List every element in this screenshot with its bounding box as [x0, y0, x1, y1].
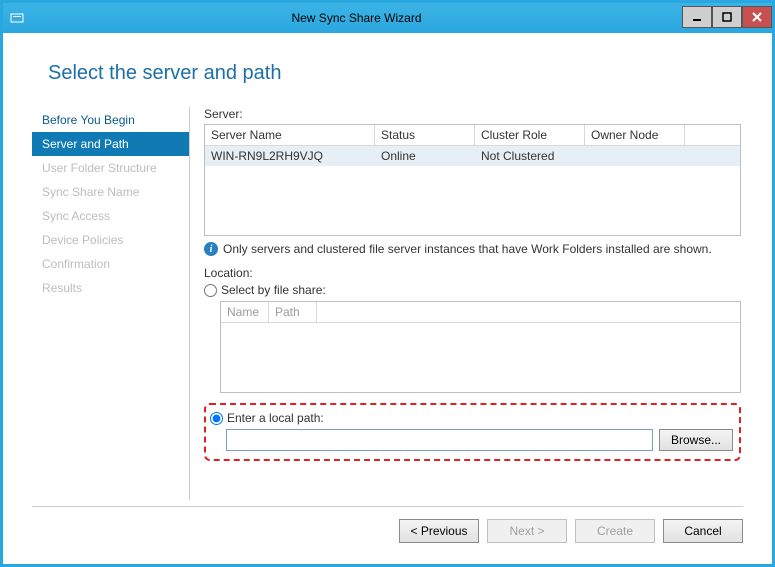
radio-enter-localpath-label: Enter a local path: — [227, 411, 324, 425]
col-cluster-role[interactable]: Cluster Role — [475, 125, 585, 146]
highlight-box: Enter a local path: Browse... — [204, 403, 741, 461]
fileshare-table: Name Path — [220, 301, 741, 393]
cell-cluster-role: Not Clustered — [475, 146, 585, 166]
create-button: Create — [575, 519, 655, 543]
sidebar-item-confirmation: Confirmation — [32, 252, 189, 276]
location-label: Location: — [204, 266, 741, 280]
wizard-footer: < Previous Next > Create Cancel — [32, 506, 743, 543]
cell-status: Online — [375, 146, 475, 166]
server-label: Server: — [204, 107, 741, 121]
window-frame: New Sync Share Wizard Select the server … — [0, 0, 775, 567]
cancel-button[interactable]: Cancel — [663, 519, 743, 543]
window-title: New Sync Share Wizard — [31, 11, 682, 25]
previous-button[interactable]: < Previous — [399, 519, 479, 543]
browse-button[interactable]: Browse... — [659, 429, 733, 451]
radio-enter-localpath[interactable] — [210, 412, 223, 425]
col-spacer — [685, 125, 740, 146]
col-status[interactable]: Status — [375, 125, 475, 146]
cell-server-name: WIN-RN9L2RH9VJQ — [205, 146, 375, 166]
titlebar[interactable]: New Sync Share Wizard — [3, 3, 772, 33]
localpath-input[interactable] — [226, 429, 653, 451]
sidebar-item-results: Results — [32, 276, 189, 300]
sidebar-item-sync-access: Sync Access — [32, 204, 189, 228]
cell-owner-node — [585, 146, 685, 166]
next-button: Next > — [487, 519, 567, 543]
server-table[interactable]: Server Name Status Cluster Role Owner No… — [204, 124, 741, 236]
wizard-sidebar: Before You Begin Server and Path User Fo… — [32, 107, 190, 500]
radio-select-fileshare-label: Select by file share: — [221, 283, 326, 297]
sidebar-item-before-you-begin[interactable]: Before You Begin — [32, 108, 189, 132]
maximize-button[interactable] — [712, 6, 742, 28]
col-server-name[interactable]: Server Name — [205, 125, 375, 146]
table-row[interactable]: WIN-RN9L2RH9VJQ Online Not Clustered — [205, 146, 740, 166]
page-title: Select the server and path — [48, 62, 743, 85]
info-icon: i — [204, 242, 218, 256]
minimize-button[interactable] — [682, 6, 712, 28]
col-share-path: Path — [269, 302, 317, 323]
sidebar-item-device-policies: Device Policies — [32, 228, 189, 252]
sidebar-item-server-and-path[interactable]: Server and Path — [32, 132, 189, 156]
app-icon — [9, 10, 25, 26]
close-button[interactable] — [742, 6, 772, 28]
radio-select-fileshare[interactable] — [204, 284, 217, 297]
sidebar-item-sync-share-name: Sync Share Name — [32, 180, 189, 204]
col-owner-node[interactable]: Owner Node — [585, 125, 685, 146]
col-share-name: Name — [221, 302, 269, 323]
info-text: Only servers and clustered file server i… — [223, 242, 712, 256]
sidebar-item-user-folder-structure: User Folder Structure — [32, 156, 189, 180]
